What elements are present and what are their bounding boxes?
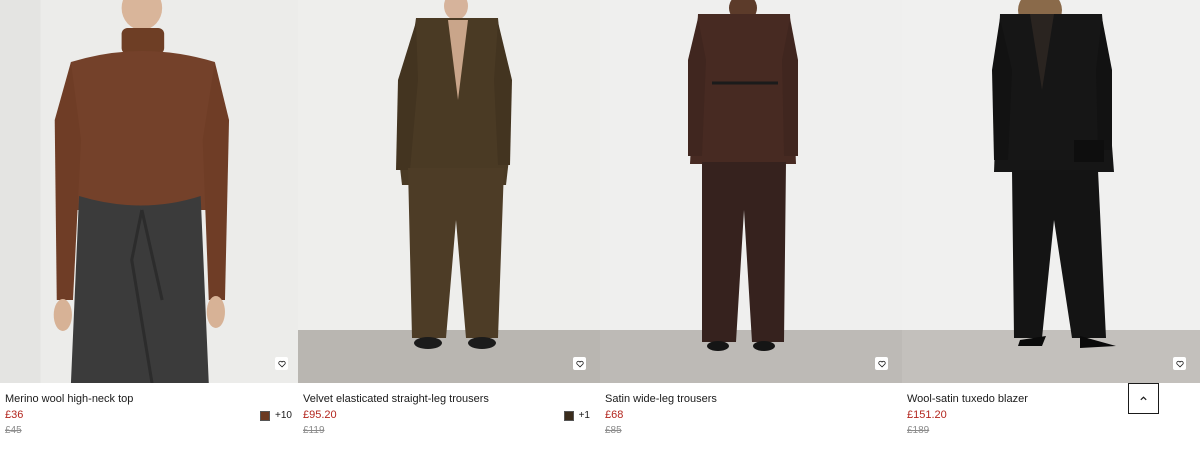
wishlist-button[interactable] xyxy=(875,357,888,370)
product-name[interactable]: Merino wool high-neck top xyxy=(5,393,133,406)
product-grid: Merino wool high-neck top £36 £45 +10 Ve… xyxy=(0,0,1200,468)
sale-price: £151.20 xyxy=(907,409,947,421)
sale-price: £95.20 xyxy=(303,409,337,421)
heart-icon xyxy=(277,360,286,367)
product-image[interactable] xyxy=(600,0,902,383)
sale-price: £36 xyxy=(5,409,24,421)
heart-icon xyxy=(1175,360,1184,367)
heart-icon xyxy=(575,360,584,367)
wishlist-button[interactable] xyxy=(573,357,586,370)
product-name[interactable]: Satin wide-leg trousers xyxy=(605,393,717,406)
product-card[interactable]: Satin wide-leg trousers £68 £85 xyxy=(600,0,902,468)
color-options[interactable]: +10 xyxy=(260,410,292,421)
back-to-top-button[interactable] xyxy=(1128,383,1159,414)
product-image[interactable] xyxy=(298,0,600,383)
color-swatch[interactable] xyxy=(260,410,271,421)
product-card[interactable]: Merino wool high-neck top £36 £45 +10 xyxy=(0,0,302,468)
original-price: £45 xyxy=(5,425,22,436)
original-price: £85 xyxy=(605,425,622,436)
chevron-up-icon xyxy=(1140,396,1147,401)
more-colors-count: +10 xyxy=(275,410,292,421)
original-price: £189 xyxy=(907,425,930,436)
color-options[interactable]: +1 xyxy=(563,410,590,421)
color-swatch[interactable] xyxy=(563,410,574,421)
product-name[interactable]: Wool-satin tuxedo blazer xyxy=(907,393,1028,406)
heart-icon xyxy=(877,360,886,367)
more-colors-count: +1 xyxy=(578,410,590,421)
wishlist-button[interactable] xyxy=(1173,357,1186,370)
product-image[interactable] xyxy=(902,0,1200,383)
original-price: £119 xyxy=(303,425,325,436)
product-image[interactable] xyxy=(0,0,302,383)
sale-price: £68 xyxy=(605,409,624,421)
wishlist-button[interactable] xyxy=(275,357,288,370)
product-name[interactable]: Velvet elasticated straight-leg trousers xyxy=(303,393,489,406)
product-card[interactable]: Velvet elasticated straight-leg trousers… xyxy=(298,0,600,468)
